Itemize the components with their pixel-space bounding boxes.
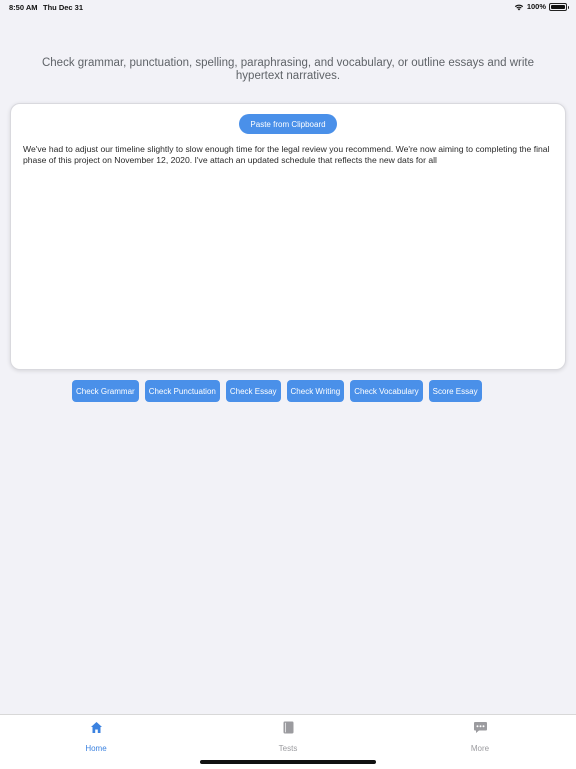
wifi-icon (514, 3, 524, 11)
check-grammar-button[interactable]: Check Grammar (72, 380, 139, 402)
tab-home[interactable]: Home (56, 721, 136, 753)
check-writing-button[interactable]: Check Writing (286, 380, 345, 402)
status-date: Thu Dec 31 (43, 3, 84, 12)
tab-home-label: Home (85, 744, 107, 753)
check-essay-button[interactable]: Check Essay (225, 380, 281, 402)
essay-text-area[interactable]: We've had to adjust our timeline slightl… (23, 144, 553, 166)
check-punctuation-button[interactable]: Check Punctuation (144, 380, 220, 402)
battery-fill (551, 4, 565, 9)
app-description: Check grammar, punctuation, spelling, pa… (41, 57, 534, 82)
tab-more-label: More (470, 744, 490, 753)
score-essay-button[interactable]: Score Essay (428, 380, 482, 402)
battery-percent: 100% (526, 2, 546, 11)
status-indicators: 100% (514, 2, 569, 11)
tab-more[interactable]: More (440, 721, 520, 753)
home-icon (56, 721, 136, 735)
paste-from-clipboard-button[interactable]: Paste from Clipboard (239, 114, 337, 134)
book-icon (248, 721, 328, 735)
check-vocabulary-button[interactable]: Check Vocabulary (350, 380, 423, 402)
tab-tests[interactable]: Tests (248, 721, 328, 753)
home-indicator[interactable] (200, 760, 376, 764)
battery-icon (549, 2, 569, 11)
action-buttons: Check Grammar Check Punctuation Check Es… (72, 380, 482, 402)
status-bar: 8:50 AM Thu Dec 31 100% (0, 0, 576, 14)
status-time: 8:50 AM (9, 3, 38, 12)
more-icon (440, 721, 520, 735)
tab-tests-label: Tests (278, 744, 298, 753)
text-editor-card: Paste from Clipboard We've had to adjust… (10, 103, 566, 370)
